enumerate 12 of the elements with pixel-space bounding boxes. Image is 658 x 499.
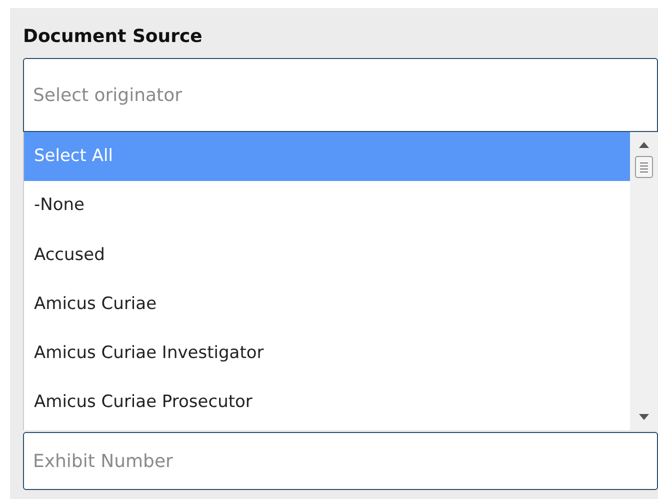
scroll-thumb[interactable] [635, 156, 653, 178]
exhibit-number-field[interactable]: Exhibit Number [23, 432, 658, 490]
dropdown-option[interactable]: Amicus Curiae Prosecutor [24, 378, 630, 428]
dropdown-option[interactable]: -None [24, 181, 630, 231]
scroll-down-icon[interactable] [639, 414, 649, 420]
section-title: Document Source [23, 26, 204, 49]
scrollbar[interactable] [630, 132, 658, 430]
scroll-up-icon[interactable] [639, 142, 649, 148]
dropdown-option[interactable]: Accused [24, 230, 630, 280]
dropdown-option[interactable]: Amicus Curiae [24, 280, 630, 330]
dropdown-option[interactable]: Amicus Curiae Investigator [24, 329, 630, 378]
originator-field[interactable]: Select originator [23, 58, 658, 132]
